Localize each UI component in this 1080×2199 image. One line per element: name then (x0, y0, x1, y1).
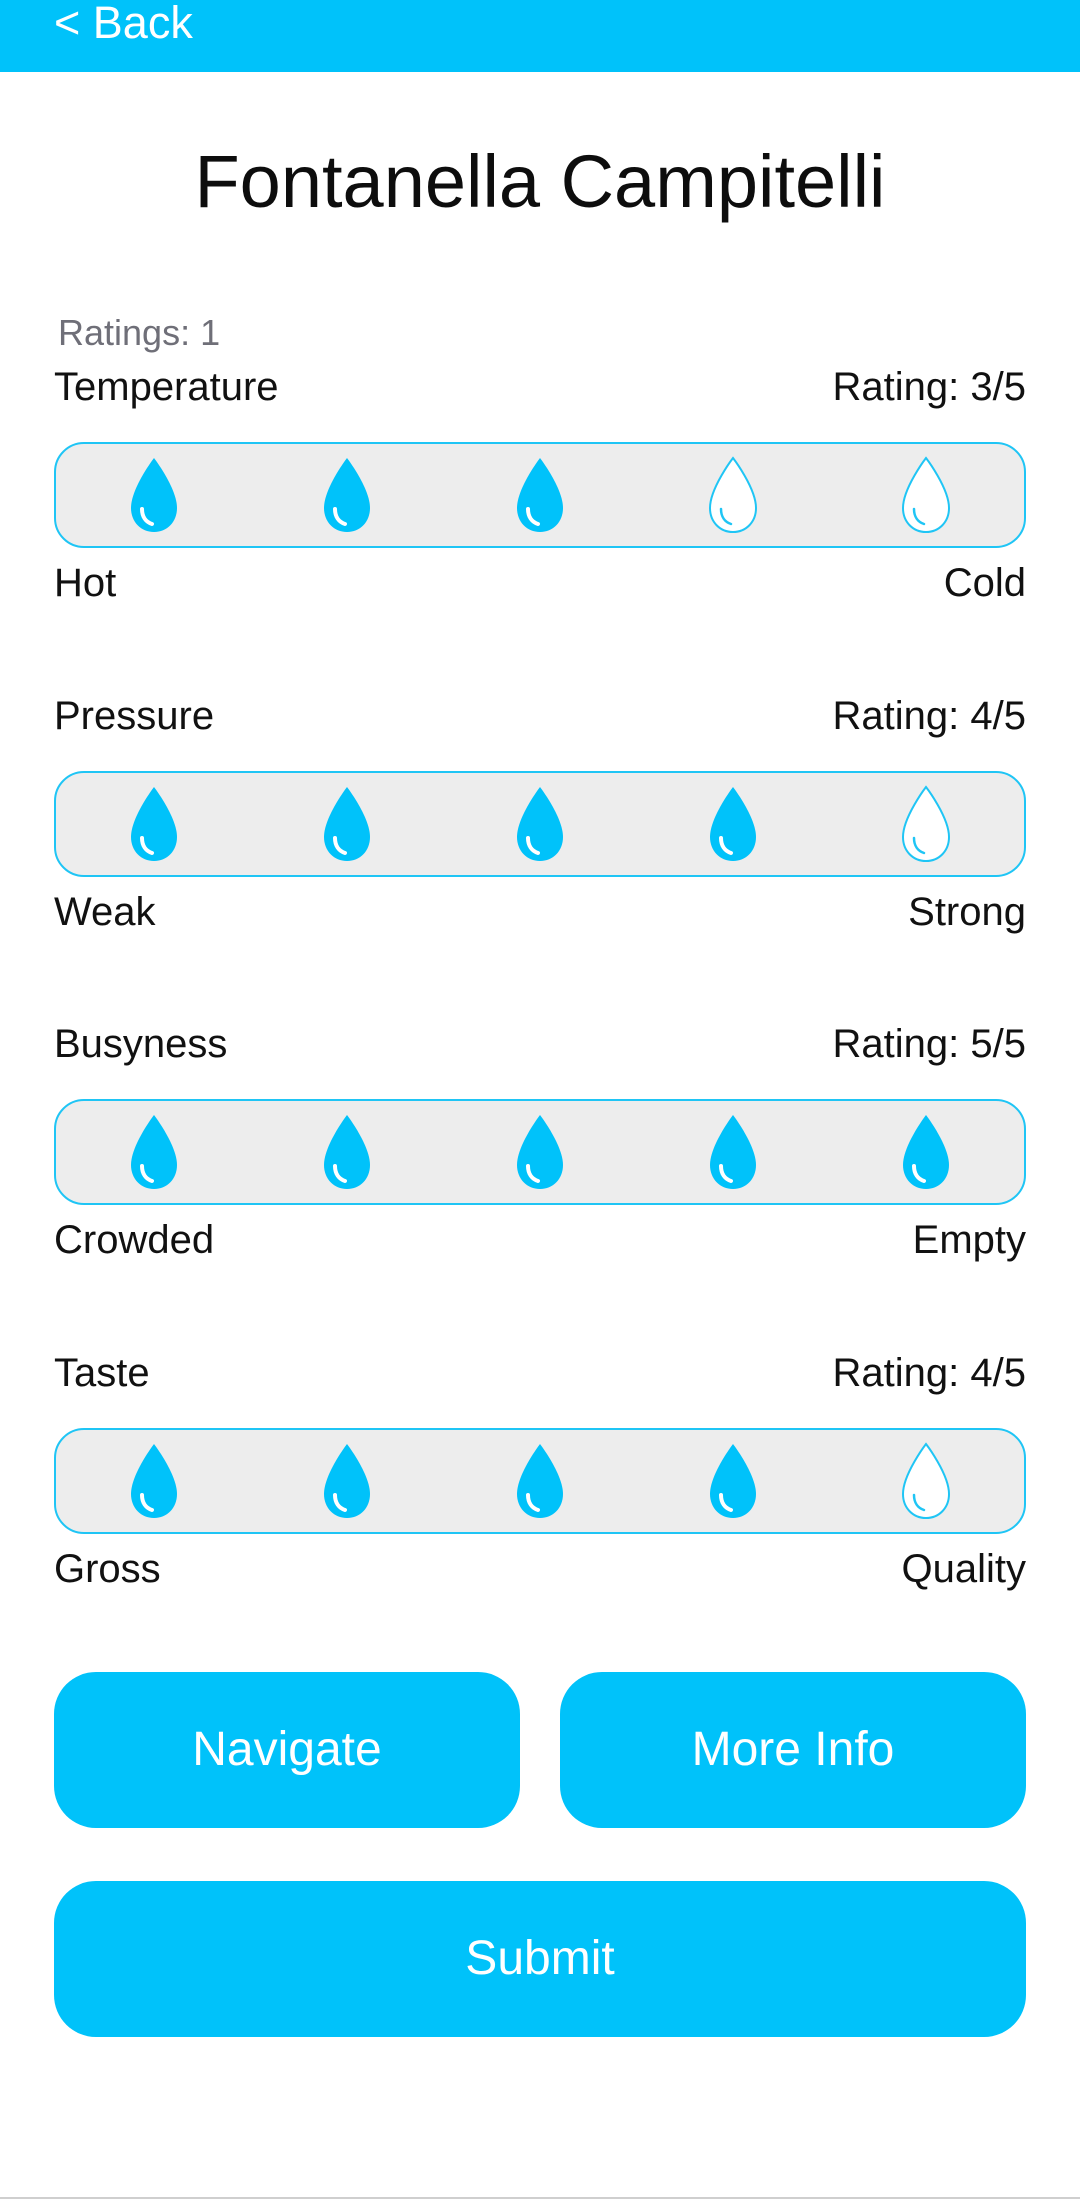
scale-low-label: Hot (54, 561, 117, 605)
water-drop-icon[interactable] (704, 454, 762, 536)
category-busyness: Busyness Rating: 5/5 Crowded Empty (54, 1019, 1026, 1262)
water-drop-icon[interactable] (318, 783, 376, 865)
water-drop-icon[interactable] (897, 783, 955, 865)
category-taste: Taste Rating: 4/5 Gross Quality (54, 1348, 1026, 1591)
water-drop-icon[interactable] (125, 454, 183, 536)
page-title: Fontanella Campitelli (194, 140, 886, 223)
water-drop-icon[interactable] (704, 1440, 762, 1522)
water-drop-icon[interactable] (704, 783, 762, 865)
rating-bar[interactable] (54, 771, 1026, 877)
category-name: Pressure (54, 694, 215, 738)
water-drop-icon[interactable] (125, 1111, 183, 1193)
water-drop-icon[interactable] (511, 1440, 569, 1522)
scale-low-label: Crowded (54, 1218, 215, 1262)
rating-bar[interactable] (54, 1099, 1026, 1205)
scale-high-label: Empty (912, 1218, 1026, 1262)
scale-high-label: Quality (901, 1547, 1027, 1591)
rating-bar[interactable] (54, 442, 1026, 548)
scale-low-label: Gross (54, 1547, 161, 1591)
ratings-count: Ratings: 1 (58, 312, 221, 353)
water-drop-icon[interactable] (318, 454, 376, 536)
water-drop-icon[interactable] (125, 1440, 183, 1522)
category-pressure: Pressure Rating: 4/5 Weak Strong (54, 691, 1026, 934)
navigate-button[interactable]: Navigate (54, 1672, 520, 1828)
water-drop-icon[interactable] (318, 1111, 376, 1193)
category-rating: Rating: 4/5 (832, 694, 1026, 738)
water-drop-icon[interactable] (511, 783, 569, 865)
more-info-button[interactable]: More Info (560, 1672, 1026, 1828)
scale-high-label: Strong (908, 890, 1026, 934)
water-drop-icon[interactable] (125, 783, 183, 865)
water-drop-icon[interactable] (897, 1111, 955, 1193)
water-drop-icon[interactable] (318, 1440, 376, 1522)
rating-bar[interactable] (54, 1428, 1026, 1534)
category-name: Busyness (54, 1022, 228, 1066)
water-drop-icon[interactable] (511, 1111, 569, 1193)
scale-low-label: Weak (54, 890, 156, 934)
water-drop-icon[interactable] (511, 454, 569, 536)
category-rating: Rating: 3/5 (832, 365, 1026, 409)
water-drop-icon[interactable] (704, 1111, 762, 1193)
top-bar: < Back (0, 0, 1080, 72)
scale-high-label: Cold (943, 561, 1026, 605)
category-name: Taste (54, 1351, 150, 1395)
back-button[interactable]: < Back (54, 0, 193, 45)
category-temperature: Temperature Rating: 3/5 Hot Cold (54, 362, 1026, 605)
submit-button[interactable]: Submit (54, 1881, 1026, 2037)
water-drop-icon[interactable] (897, 454, 955, 536)
category-rating: Rating: 4/5 (832, 1351, 1026, 1395)
category-name: Temperature (54, 365, 279, 409)
water-drop-icon[interactable] (897, 1440, 955, 1522)
category-rating: Rating: 5/5 (832, 1022, 1026, 1066)
